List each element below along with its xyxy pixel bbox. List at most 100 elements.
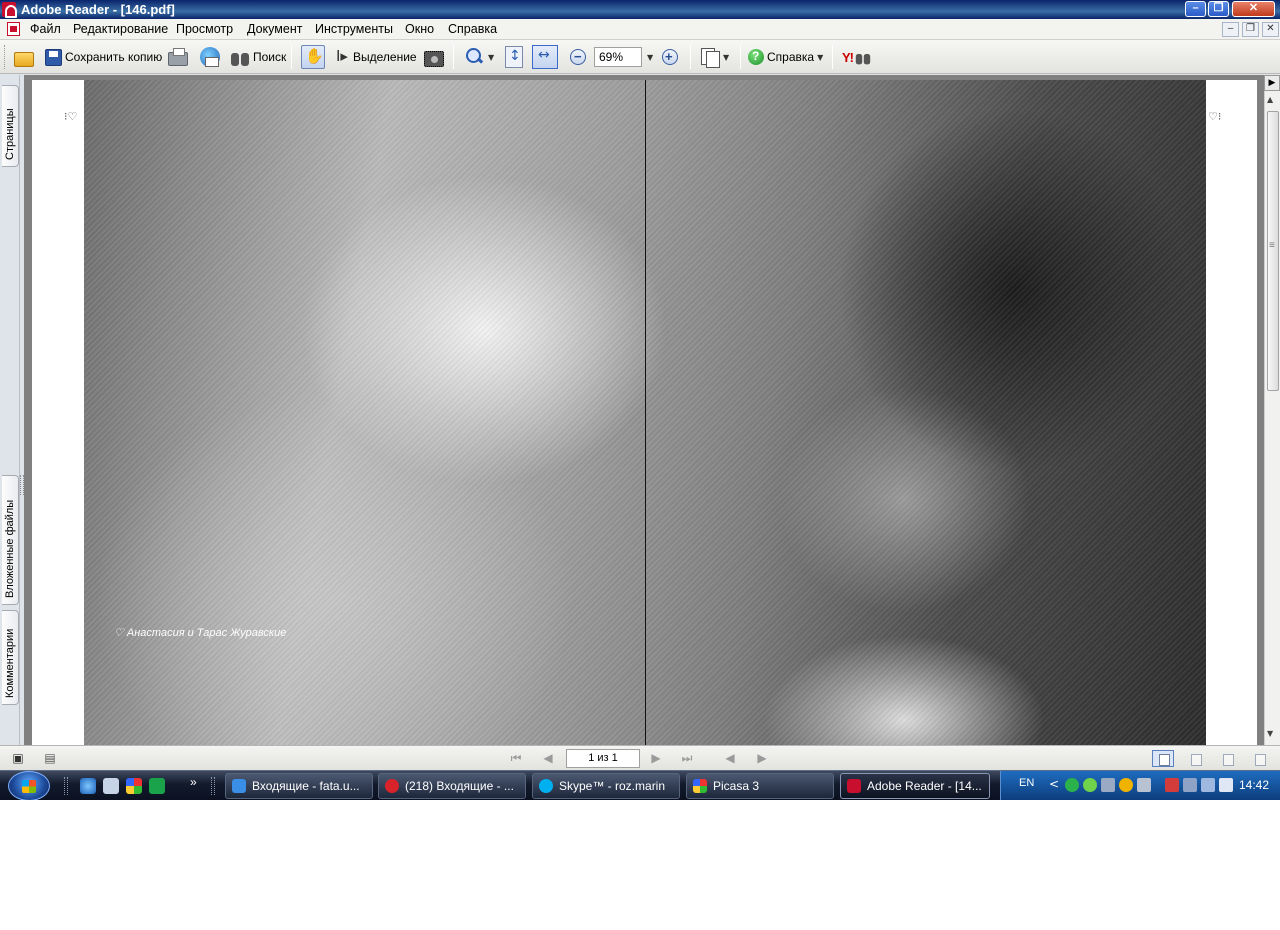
yahoo-toolbar-button[interactable]: Y! bbox=[842, 45, 873, 69]
tab-pages[interactable]: Страницы bbox=[2, 85, 19, 167]
picasa-quicklaunch-icon[interactable] bbox=[126, 778, 142, 794]
taskbar-grip[interactable] bbox=[64, 777, 68, 795]
menu-help[interactable]: Справка bbox=[448, 22, 497, 36]
picasa-icon bbox=[693, 779, 707, 793]
tray-network-icon[interactable] bbox=[1201, 778, 1215, 792]
document-icon[interactable] bbox=[7, 22, 20, 36]
language-indicator[interactable]: EN bbox=[1019, 777, 1034, 789]
snapshot-button[interactable] bbox=[424, 45, 444, 69]
select-label: Выделение bbox=[353, 50, 417, 64]
doc-restore-button[interactable]: ❐ bbox=[1242, 22, 1259, 37]
scroll-down-icon[interactable]: ▼ bbox=[1267, 729, 1273, 738]
zoom-out-icon bbox=[570, 49, 586, 65]
save-copy-button[interactable]: Сохранить копию bbox=[45, 45, 162, 69]
facing-layout-button[interactable] bbox=[1216, 750, 1238, 767]
zoom-in-button[interactable] bbox=[662, 45, 678, 69]
doc-close-button[interactable]: ✕ bbox=[1262, 22, 1279, 37]
zoom-out-button[interactable] bbox=[570, 45, 586, 69]
close-button[interactable]: ✕ bbox=[1232, 1, 1275, 17]
clock[interactable]: 14:42 bbox=[1239, 778, 1269, 792]
scroll-thumb[interactable] bbox=[1267, 111, 1279, 391]
fit-page-button[interactable] bbox=[505, 45, 523, 69]
chevron-down-icon: ▼ bbox=[817, 52, 824, 62]
tray-monitor-icon[interactable] bbox=[1183, 778, 1197, 792]
doc-minimize-button[interactable]: – bbox=[1222, 22, 1239, 37]
email-icon bbox=[200, 47, 220, 67]
quicklaunch-more-icon[interactable]: » bbox=[190, 775, 197, 789]
title-bar[interactable]: Adobe Reader - [146.pdf] – ❐ ✕ bbox=[0, 0, 1280, 19]
continuous-layout-button[interactable] bbox=[1184, 750, 1206, 767]
single-page-layout-button[interactable] bbox=[1152, 750, 1174, 767]
menu-window[interactable]: Окно bbox=[405, 22, 434, 36]
restore-button[interactable]: ❐ bbox=[1208, 1, 1229, 17]
screen: Adobe Reader - [146.pdf] – ❐ ✕ Файл Реда… bbox=[0, 0, 1280, 800]
zoom-input[interactable]: 69% bbox=[594, 47, 642, 67]
menu-file[interactable]: Файл bbox=[30, 22, 61, 36]
prev-page-button[interactable]: ◀ bbox=[540, 750, 556, 766]
start-button[interactable] bbox=[8, 771, 50, 800]
chevron-down-icon[interactable]: ▼ bbox=[488, 53, 494, 62]
internet-explorer-icon[interactable] bbox=[80, 778, 96, 794]
corner-heart-left: ⁝♡ bbox=[64, 110, 78, 123]
menu-tools[interactable]: Инструменты bbox=[315, 22, 393, 36]
show-hidden-icons-icon[interactable]: < bbox=[1049, 777, 1059, 791]
help-button[interactable]: Справка ▼ bbox=[748, 45, 823, 69]
tray-app-icon[interactable] bbox=[1065, 778, 1079, 792]
task-button-adobe-reader[interactable]: Adobe Reader - [14... bbox=[840, 773, 990, 799]
menu-document[interactable]: Документ bbox=[247, 22, 302, 36]
skype-icon bbox=[539, 779, 553, 793]
toolbar-separator bbox=[291, 45, 292, 69]
tray-app-icon[interactable] bbox=[1083, 778, 1097, 792]
vertical-scrollbar[interactable]: ▲ ▼ bbox=[1264, 75, 1280, 745]
continuous-facing-layout-button[interactable] bbox=[1248, 750, 1270, 767]
show-desktop-icon[interactable] bbox=[103, 778, 119, 794]
search-button[interactable]: Поиск bbox=[230, 45, 286, 69]
first-page-button[interactable]: ⏮ bbox=[508, 750, 524, 766]
fit-page-icon bbox=[505, 46, 523, 68]
app-quicklaunch-icon[interactable] bbox=[149, 778, 165, 794]
last-page-button[interactable]: ⏭ bbox=[679, 750, 695, 766]
wedding-photo: ♡ Анастасия и Тарас Журавские bbox=[84, 80, 1206, 745]
minimize-button[interactable]: – bbox=[1185, 1, 1206, 17]
menu-view[interactable]: Просмотр bbox=[176, 22, 233, 36]
tray-security-icon[interactable] bbox=[1165, 778, 1179, 792]
tab-attachments[interactable]: Вложенные файлы bbox=[2, 475, 19, 605]
right-panel-toggle-icon[interactable]: ▶ bbox=[1264, 75, 1280, 91]
previous-view-button[interactable]: ◀ bbox=[722, 750, 738, 766]
email-button[interactable] bbox=[200, 45, 220, 69]
tab-comments[interactable]: Комментарии bbox=[2, 610, 19, 705]
adobe-reader-icon[interactable] bbox=[2, 2, 17, 18]
page-size-icon[interactable]: ▤ bbox=[42, 750, 58, 766]
page-number-input[interactable]: 1 из 1 bbox=[566, 749, 640, 768]
page-layout-button[interactable]: ▼ bbox=[700, 45, 729, 69]
select-tool-button[interactable]: Выделение bbox=[336, 45, 417, 69]
menu-edit[interactable]: Редактирование bbox=[73, 22, 168, 36]
text-select-icon bbox=[336, 47, 350, 67]
tab-attachments-label: Вложенные файлы bbox=[4, 499, 16, 598]
print-button[interactable] bbox=[168, 45, 188, 69]
network-icon[interactable] bbox=[1101, 778, 1115, 792]
scroll-up-icon[interactable]: ▲ bbox=[1267, 95, 1273, 104]
zoom-tool-button[interactable]: ▼ bbox=[465, 45, 494, 69]
document-view[interactable]: ⁝♡ ♡⁝ ♡ Анастасия и Тарас Журавские bbox=[24, 75, 1264, 745]
toolbar-grip[interactable] bbox=[4, 45, 7, 69]
save-copy-label: Сохранить копию bbox=[65, 50, 163, 64]
tray-warning-icon[interactable] bbox=[1119, 778, 1133, 792]
task-button-mail[interactable]: Входящие - fata.u... bbox=[225, 773, 373, 799]
zoom-dropdown[interactable]: ▼ bbox=[644, 45, 653, 69]
tray-device-icon[interactable] bbox=[1137, 778, 1151, 792]
next-view-button[interactable]: ▶ bbox=[754, 750, 770, 766]
toolbar: Сохранить копию Поиск Выделение ▼ bbox=[0, 40, 1280, 74]
pdf-page: ⁝♡ ♡⁝ ♡ Анастасия и Тарас Журавские bbox=[32, 80, 1257, 745]
open-button[interactable] bbox=[14, 45, 34, 69]
task-button-picasa[interactable]: Picasa 3 bbox=[686, 773, 834, 799]
page-thumbnail-icon[interactable]: ▣ bbox=[10, 750, 26, 766]
task-button-skype[interactable]: Skype™ - roz.marin bbox=[532, 773, 680, 799]
hand-tool-button[interactable] bbox=[301, 45, 325, 69]
task-button-opera[interactable]: (218) Входящие - ... bbox=[378, 773, 526, 799]
fit-width-button[interactable] bbox=[532, 45, 558, 69]
next-page-button[interactable]: ▶ bbox=[648, 750, 664, 766]
taskbar-grip[interactable] bbox=[211, 777, 215, 795]
task-label: (218) Входящие - ... bbox=[405, 779, 514, 793]
volume-icon[interactable] bbox=[1219, 778, 1233, 792]
